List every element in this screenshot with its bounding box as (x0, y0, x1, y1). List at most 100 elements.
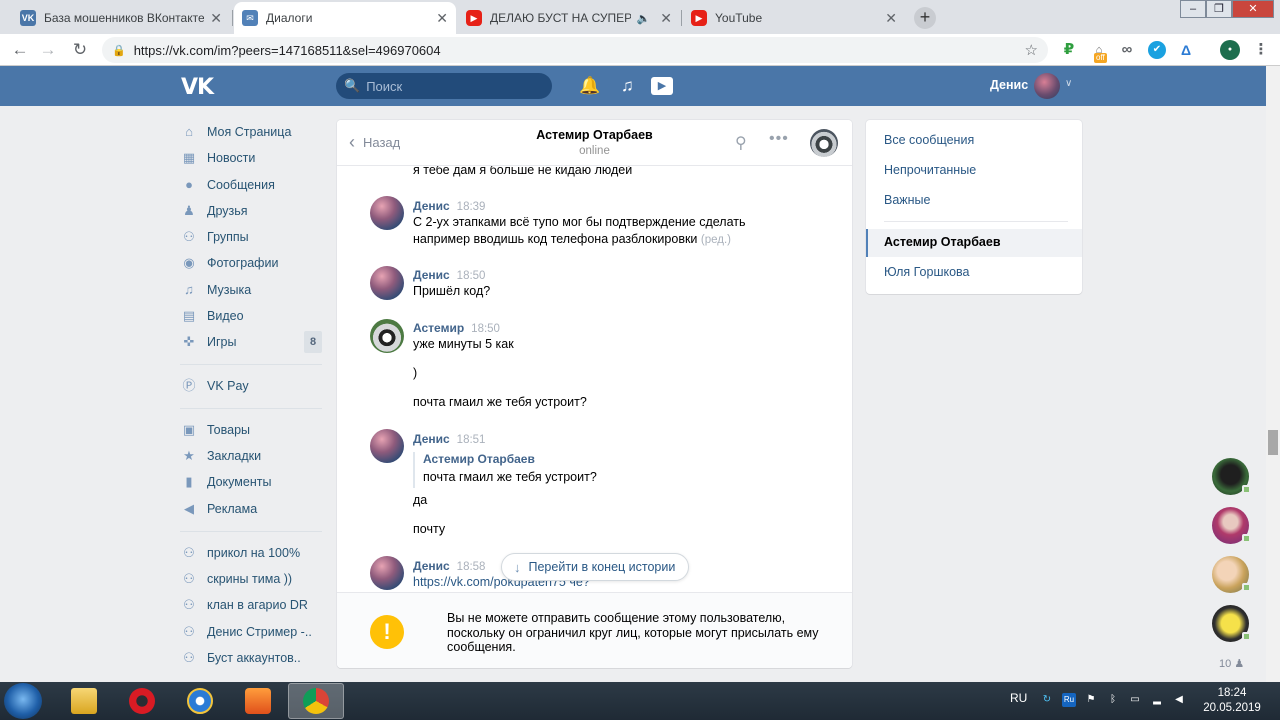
address-bar[interactable]: 🔒 https://vk.com/im?peers=147168511&sel=… (102, 37, 1048, 63)
profile-avatar[interactable]: ● (1220, 40, 1240, 60)
conversation-item-active[interactable]: Астемир Отарбаев (884, 235, 1001, 249)
sidebar-group-link[interactable]: ⚇ Буст аккаунтов.. (180, 647, 322, 669)
sidebar-group-link[interactable]: ⚇ Денис Стример -.. (180, 621, 322, 643)
friends-icon: ♟ (183, 203, 195, 218)
search-icon[interactable]: ⚲ (735, 133, 747, 153)
message-author[interactable]: Денис 18:51 (413, 432, 485, 446)
music-note-icon[interactable]: ♫ (621, 76, 634, 96)
message-author[interactable]: Денис 18:39 (413, 199, 485, 213)
sidebar-item-friends[interactable]: ♟ Друзья (180, 200, 322, 222)
volume-icon[interactable]: ◀ (1172, 693, 1186, 707)
friend-avatar[interactable] (1212, 556, 1251, 593)
check-extension-icon[interactable]: ✔ (1148, 41, 1166, 59)
sidebar-item-vkpay[interactable]: Ⓟ VK Pay (180, 375, 322, 397)
taskbar-app-active[interactable] (288, 683, 344, 719)
sidebar-item-music[interactable]: ♫ Музыка (180, 279, 322, 301)
avatar[interactable] (1034, 73, 1060, 99)
sidebar-item-my-page[interactable]: ⌂ Моя Страница (180, 121, 322, 143)
scroll-to-end-button[interactable]: ↓ Перейти в конец истории (501, 553, 690, 581)
sidebar-item-news[interactable]: ▦ Новости (180, 147, 322, 169)
search-input[interactable]: 🔍 Поиск (336, 73, 552, 99)
new-tab-button[interactable]: + (914, 7, 936, 29)
bookmark-star-icon[interactable]: ☆ (1025, 41, 1038, 59)
system-clock[interactable]: 18:24 20.05.2019 (1200, 686, 1264, 716)
avatar[interactable] (370, 266, 404, 300)
play-icon[interactable]: ▶ (651, 77, 673, 95)
language-indicator[interactable]: RU (1010, 691, 1027, 705)
menu-kebab-icon[interactable]: ⋮ (1252, 41, 1270, 59)
message-author[interactable]: Денис 18:50 (413, 268, 485, 282)
infinity-extension-icon[interactable]: ∞ (1118, 41, 1136, 59)
sidebar-group-link[interactable]: ⚇ скрины тима )) (180, 568, 322, 590)
tab-close-icon[interactable]: ✕ (660, 10, 672, 27)
close-window-button[interactable]: ✕ (1232, 0, 1274, 18)
browser-tab[interactable]: ▶ YouTube ✕ (683, 2, 905, 34)
forwarded-quote[interactable]: Астемир Отарбаев почта гмаил же тебя уст… (413, 452, 597, 488)
folder-unread[interactable]: Непрочитанные (884, 163, 976, 177)
tab-close-icon[interactable]: ✕ (210, 10, 222, 27)
tray-app-icon[interactable]: ↻ (1040, 693, 1054, 707)
reload-icon[interactable]: ↻ (68, 38, 92, 62)
sidebar-item-ads[interactable]: ◀ Реклама (180, 498, 322, 520)
sidebar-item-video[interactable]: ▤ Видео (180, 305, 322, 327)
browser-tab[interactable]: VK База мошенников ВКонтакте К ✕ (12, 2, 230, 34)
conversation-item[interactable]: Юля Горшкова (884, 265, 969, 279)
message-author[interactable]: Астемир 18:50 (413, 321, 500, 335)
tray-lang-icon[interactable]: Ru (1062, 693, 1076, 707)
divider (884, 221, 1068, 222)
friend-avatar[interactable] (1212, 605, 1251, 642)
bell-icon[interactable]: 🔔 (579, 76, 600, 96)
speaker-icon[interactable]: 🔈 (637, 12, 651, 25)
tab-title: База мошенников ВКонтакте К (44, 11, 205, 25)
taskbar-app[interactable] (230, 683, 286, 719)
sidebar-group-link[interactable]: ⚇ клан в агарио DR (180, 594, 322, 616)
taskbar-app[interactable] (114, 683, 170, 719)
a-extension-icon[interactable]: Δ (1177, 41, 1195, 59)
folder-important[interactable]: Важные (884, 193, 931, 207)
network-icon[interactable]: ▂ (1150, 693, 1164, 707)
browser-tab[interactable]: ▶ ДЕЛАЮ БУСТ НА СУПЕР АК 🔈 ✕ (458, 2, 680, 34)
peer-avatar[interactable] (810, 129, 838, 157)
friend-avatar[interactable] (1212, 458, 1251, 495)
friends-online-count[interactable]: 10 ♟ (1219, 657, 1244, 670)
sidebar-item-goods[interactable]: ▣ Товары (180, 419, 322, 441)
taskbar-app[interactable] (172, 683, 228, 719)
forward-arrow-icon[interactable]: → (36, 38, 60, 62)
browser-tab-active[interactable]: ✉ Диалоги ✕ (234, 2, 456, 34)
sidebar-item-games[interactable]: ✜ Игры 8 (180, 331, 322, 353)
page-scrollbar[interactable] (1266, 66, 1280, 682)
quote-author[interactable]: Астемир Отарбаев (423, 452, 597, 466)
avatar[interactable] (370, 429, 404, 463)
clock-date: 20.05.2019 (1203, 702, 1261, 714)
windows-start-button[interactable] (4, 683, 42, 719)
message-author[interactable]: Денис 18:58 (413, 559, 485, 573)
friend-avatar[interactable] (1212, 507, 1251, 544)
back-arrow-icon[interactable]: ← (8, 38, 32, 62)
avatar[interactable] (370, 556, 404, 590)
sidebar-item-documents[interactable]: ▮ Документы (180, 471, 322, 493)
user-name[interactable]: Денис (990, 78, 1028, 92)
ruble-extension-icon[interactable]: ₽ (1060, 41, 1078, 59)
taskbar-app[interactable] (56, 683, 112, 719)
folder-all[interactable]: Все сообщения (884, 133, 974, 147)
maximize-button[interactable]: ❐ (1206, 0, 1232, 18)
flag-icon[interactable]: ⚑ (1084, 693, 1098, 707)
sidebar-item-photos[interactable]: ◉ Фотографии (180, 252, 322, 274)
sidebar-item-bookmarks[interactable]: ★ Закладки (180, 445, 322, 467)
power-icon[interactable]: ▭ (1128, 693, 1142, 707)
sidebar-item-label: Товары (207, 423, 250, 437)
sidebar-item-messages[interactable]: ● Сообщения (180, 174, 322, 196)
scrollbar-thumb[interactable] (1268, 430, 1278, 455)
tab-close-icon[interactable]: ✕ (885, 10, 897, 27)
bluetooth-icon[interactable]: ᛒ (1106, 693, 1120, 707)
avatar[interactable] (370, 196, 404, 230)
chevron-down-icon[interactable]: ∨ (1065, 78, 1072, 89)
sidebar-item-groups[interactable]: ⚇ Группы (180, 226, 322, 248)
tab-close-icon[interactable]: ✕ (436, 10, 448, 27)
more-actions-icon[interactable]: ••• (769, 130, 789, 148)
vk-logo[interactable]: VK (181, 75, 214, 100)
chat-panel: я тебе дам я больше не кидаю людей Денис… (337, 120, 852, 668)
minimize-button[interactable]: – (1180, 0, 1206, 18)
sidebar-group-link[interactable]: ⚇ прикол на 100% (180, 542, 322, 564)
avatar[interactable] (370, 319, 404, 353)
